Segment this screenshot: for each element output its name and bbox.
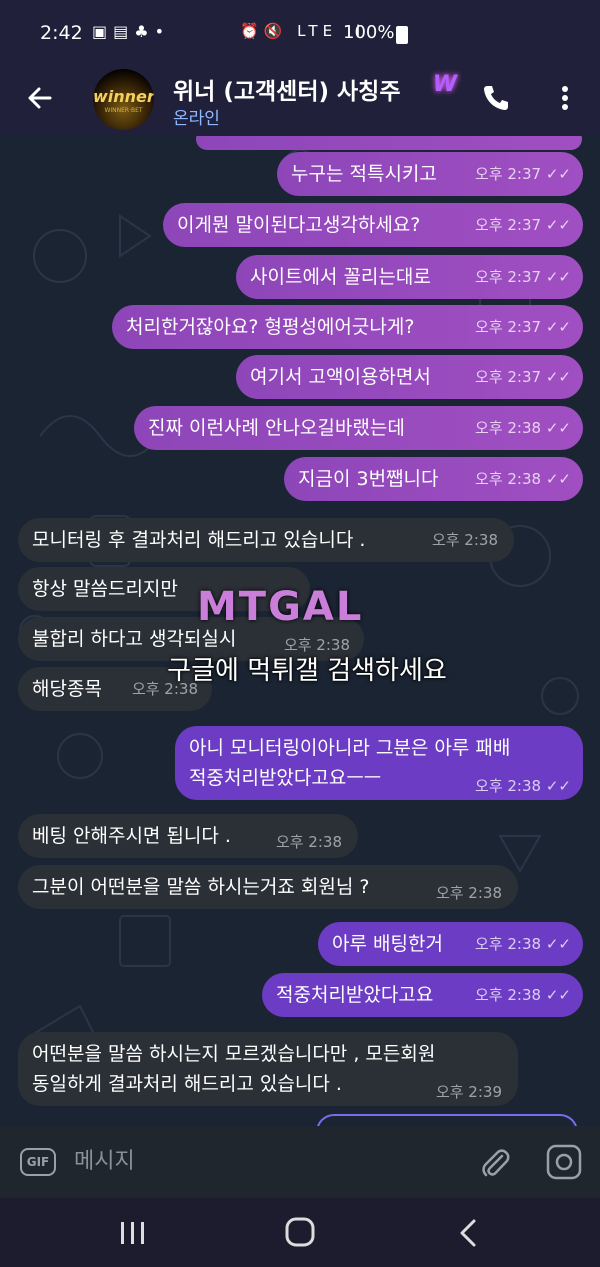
message-time: 오후 2:38	[475, 419, 542, 437]
message-time: 오후 2:38	[475, 777, 542, 795]
message-text: 베팅 안해주시면 됩니다 .	[32, 825, 231, 847]
message-bubble-outgoing[interactable]: 처리한거잖아요? 형평성에어긋나게? 오후 2:37 ✓✓	[112, 305, 583, 349]
message-text: 그분이 어떤분을 말씀 하시는거죠 회원님 ?	[32, 876, 370, 898]
message-text: 누구는 적특시키고	[291, 163, 437, 185]
message-time: 오후 2:38	[475, 935, 542, 953]
message-time: 오후 2:37	[475, 268, 542, 286]
message-bubble-outgoing[interactable]: 누구는 적특시키고 오후 2:37 ✓✓	[277, 152, 583, 196]
message-bubble-incoming[interactable]: 어떤분을 말씀 하시는지 모르겠습니다만 , 모든회원 동일하게 결과처리 해드…	[18, 1032, 518, 1106]
read-receipt-icon: ✓✓	[545, 777, 571, 795]
message-bubble-outgoing[interactable]: 아루 배팅한거 오후 2:38 ✓✓	[318, 922, 583, 966]
message-text: 해당종목	[32, 678, 102, 700]
message-time: 오후 2:38	[431, 531, 498, 549]
avatar-logo-sub: WINNER·BET	[104, 107, 143, 114]
avatar-logo-text: winner	[93, 87, 154, 106]
message-list[interactable]: 누구는 적특시키고 오후 2:37 ✓✓ 이게뭔 말이된다고생각하세요? 오후 …	[0, 136, 600, 1126]
message-meta: 오후 2:37 ✓✓	[475, 305, 571, 349]
message-bubble-incoming[interactable]: 항상 말씀드리지만	[18, 567, 310, 611]
message-time: 오후 2:38	[475, 986, 542, 1004]
status-time: 2:42	[40, 22, 83, 44]
emoji-badge: W	[432, 72, 458, 97]
message-meta: 오후 2:38 ✓✓	[475, 776, 571, 796]
read-receipt-icon: ✓✓	[545, 986, 571, 1004]
online-status: 온라인	[173, 109, 220, 129]
message-time: 오후 2:39	[435, 1083, 502, 1101]
message-meta: 오후 2:37 ✓✓	[475, 203, 571, 247]
message-bubble-outgoing[interactable]: 지금이 3번쨉니다 오후 2:38 ✓✓	[284, 457, 583, 501]
read-receipt-icon: ✓✓	[545, 216, 571, 234]
read-receipt-icon: ✓✓	[545, 368, 571, 386]
read-receipt-icon: ✓✓	[545, 268, 571, 286]
phone-call-icon[interactable]	[478, 80, 514, 116]
message-bubble-outgoing[interactable]: 아니 모니터링이아니라 그분은 아루 패배 적중처리받았다고요ㅡㅡ 오후 2:3…	[175, 726, 583, 800]
message-bubble-outgoing[interactable]: 이게뭔 말이된다고생각하세요? 오후 2:37 ✓✓	[163, 203, 583, 247]
message-meta: 오후 2:37 ✓✓	[475, 255, 571, 299]
read-receipt-icon: ✓✓	[545, 165, 571, 183]
message-composer: GIF 메시지	[0, 1126, 600, 1198]
message-bubble-outgoing[interactable]: 여기서 고액이용하면서 오후 2:37 ✓✓	[236, 355, 583, 399]
message-text-line: 아니 모니터링이아니라 그분은 아루 패배	[189, 737, 511, 759]
message-time: 오후 2:38	[475, 470, 542, 488]
message-meta: 오후 2:38 ✓✓	[475, 922, 571, 966]
message-bubble-outgoing[interactable]: 사이트에서 꼴리는대로 오후 2:37 ✓✓	[236, 255, 583, 299]
message-text: 처리한거잖아요? 형평성에어긋나게?	[126, 316, 415, 338]
message-text: 사이트에서 꼴리는대로	[250, 266, 431, 288]
avatar[interactable]: winner WINNER·BET	[93, 69, 154, 130]
scroll-down-indicator[interactable]	[316, 1114, 578, 1126]
nav-back-icon[interactable]	[456, 1218, 480, 1248]
message-text: 적중처리받았다고요	[276, 984, 434, 1006]
message-text-line: 어떤분을 말씀 하시는지 모르겠습니다만 , 모든회원	[32, 1043, 436, 1065]
message-bubble-partial	[196, 136, 582, 150]
chat-title[interactable]: 위너 (고객센터) 사칭주	[173, 72, 400, 106]
message-time: 오후 2:37	[475, 318, 542, 336]
message-bubble-incoming[interactable]: 모니터링 후 결과처리 해드리고 있습니다 . 오후 2:38	[18, 518, 514, 562]
android-nav-bar	[0, 1198, 600, 1267]
message-time: 오후 2:37	[475, 368, 542, 386]
notification-icons: ▣▤♣•	[92, 22, 171, 41]
message-meta: 오후 2:37 ✓✓	[475, 152, 571, 196]
message-meta: 오후 2:38 ✓✓	[475, 457, 571, 501]
read-receipt-icon: ✓✓	[545, 318, 571, 336]
message-bubble-incoming[interactable]: 그분이 어떤분을 말씀 하시는거죠 회원님 ? 오후 2:38	[18, 865, 518, 909]
message-time: 오후 2:38	[275, 833, 342, 851]
message-time: 오후 2:38	[283, 636, 350, 654]
message-text: 지금이 3번쨉니다	[298, 468, 439, 490]
gif-button[interactable]: GIF	[20, 1148, 56, 1176]
message-time: 오후 2:37	[475, 216, 542, 234]
message-bubble-incoming[interactable]: 해당종목 오후 2:38	[18, 667, 212, 711]
more-vert-icon[interactable]	[550, 80, 580, 116]
message-time: 오후 2:38	[131, 680, 198, 698]
chat-header: winner WINNER·BET 위너 (고객센터) 사칭주 W 온라인	[0, 66, 600, 136]
read-receipt-icon: ✓✓	[545, 935, 571, 953]
recent-apps-icon[interactable]	[118, 1220, 148, 1246]
status-bar: 2:42 ▣▤♣• ⏰🔇 LTE ıl 100%	[0, 0, 600, 66]
message-input[interactable]: 메시지	[74, 1144, 454, 1180]
message-bubble-incoming[interactable]: 불합리 하다고 생각되실시 오후 2:38	[18, 617, 364, 661]
message-bubble-incoming[interactable]: 베팅 안해주시면 됩니다 . 오후 2:38	[18, 814, 358, 858]
message-meta: 오후 2:38 ✓✓	[475, 406, 571, 450]
message-text: 이게뭔 말이된다고생각하세요?	[177, 214, 421, 236]
message-time: 오후 2:38	[435, 884, 502, 902]
paperclip-icon[interactable]	[476, 1144, 514, 1182]
battery-icon	[396, 26, 408, 44]
message-text: 여기서 고액이용하면서	[250, 366, 431, 388]
message-text: 불합리 하다고 생각되실시	[32, 628, 237, 650]
battery-percent: 100%	[343, 22, 395, 43]
message-bubble-outgoing[interactable]: 진짜 이런사례 안나오길바랬는데 오후 2:38 ✓✓	[134, 406, 583, 450]
message-text: 아루 배팅한거	[332, 933, 443, 955]
read-receipt-icon: ✓✓	[545, 470, 571, 488]
message-bubble-outgoing[interactable]: 적중처리받았다고요 오후 2:38 ✓✓	[262, 973, 583, 1017]
message-meta: 오후 2:38 ✓✓	[475, 973, 571, 1017]
home-icon[interactable]	[284, 1216, 316, 1248]
message-meta: 오후 2:37 ✓✓	[475, 355, 571, 399]
camera-icon[interactable]	[544, 1142, 584, 1182]
back-arrow-icon[interactable]	[22, 80, 58, 116]
message-time: 오후 2:37	[475, 165, 542, 183]
message-text: 진짜 이런사례 안나오길바랬는데	[148, 417, 405, 439]
read-receipt-icon: ✓✓	[545, 419, 571, 437]
message-text: 항상 말씀드리지만	[32, 578, 178, 600]
message-text: 모니터링 후 결과처리 해드리고 있습니다 .	[32, 529, 366, 551]
message-text-line: 동일하게 결과처리 해드리고 있습니다 .	[32, 1073, 342, 1095]
